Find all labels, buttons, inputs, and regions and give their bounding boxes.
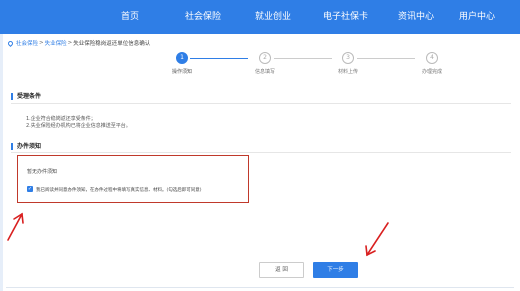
nav-item-user-center[interactable]: 用户中心 [459, 12, 495, 22]
step-info: 2 信息填写 [245, 52, 285, 75]
nav-item-social-card[interactable]: 电子社保卡 [323, 12, 368, 22]
conditions-list: 1.企业符合稳岗返还享受条件； 2.失业保险经办机构已将企业信息推送至平台。 [26, 116, 131, 130]
back-button[interactable]: 返 回 [259, 262, 304, 278]
agree-checkbox[interactable]: ✓ [27, 186, 33, 192]
divider [11, 152, 511, 153]
step-label: 操作须知 [171, 69, 192, 75]
step-number: 2 [259, 52, 271, 64]
breadcrumb-link-social-insurance[interactable]: 社会保险 [16, 39, 38, 47]
nav-item-social-insurance[interactable]: 社会保险 [185, 12, 221, 22]
step-done: 4 办理完成 [412, 52, 452, 75]
condition-item: 2.失业保险经办机构已将企业信息推送至平台。 [26, 123, 131, 129]
progress-steps: 1 操作须知 2 信息填写 3 材料上传 4 办理完成 [0, 52, 520, 82]
breadcrumb-separator: > [39, 40, 44, 46]
divider [11, 103, 511, 104]
breadcrumb: 社会保险 > 失业保险 > 失业保险稳岗返还单位信息确认 [6, 39, 151, 47]
section-title-conditions: 受理条件 [11, 93, 41, 100]
step-label: 信息填写 [254, 69, 275, 75]
step-label: 办理完成 [421, 69, 442, 75]
step-label: 材料上传 [337, 69, 358, 75]
notice-highlight-box: 暂无办件须知 ✓ 我已阅读并同意办件须知，在办件过程中将填写真实信息、材料。(勾… [17, 155, 249, 203]
section-title-notice: 办件须知 [11, 143, 41, 150]
breadcrumb-link-unemployment[interactable]: 失业保险 [45, 39, 67, 47]
condition-item: 1.企业符合稳岗返还享受条件； [26, 116, 96, 122]
step-number: 1 [176, 52, 188, 64]
breadcrumb-separator: > [67, 40, 73, 46]
nav-item-home[interactable]: 首页 [121, 12, 139, 22]
step-upload: 3 材料上传 [328, 52, 368, 75]
notice-empty-text: 暂无办件须知 [27, 169, 58, 175]
step-notice: 1 操作须知 [162, 52, 202, 75]
top-nav: 首页 社会保险 就业创业 电子社保卡 资讯中心 用户中心 [0, 0, 520, 34]
next-button[interactable]: 下一步 [313, 262, 358, 278]
breadcrumb-current: 失业保险稳岗返还单位信息确认 [73, 41, 151, 47]
step-number: 4 [426, 52, 438, 64]
bottom-border [6, 287, 514, 288]
step-number: 3 [342, 52, 354, 64]
location-icon [6, 39, 15, 47]
agree-label[interactable]: 我已阅读并同意办件须知，在办件过程中将填写真实信息、材料。(勾选后即可同意) [36, 187, 202, 193]
nav-item-news[interactable]: 资讯中心 [398, 12, 434, 22]
nav-item-employment[interactable]: 就业创业 [255, 12, 291, 22]
